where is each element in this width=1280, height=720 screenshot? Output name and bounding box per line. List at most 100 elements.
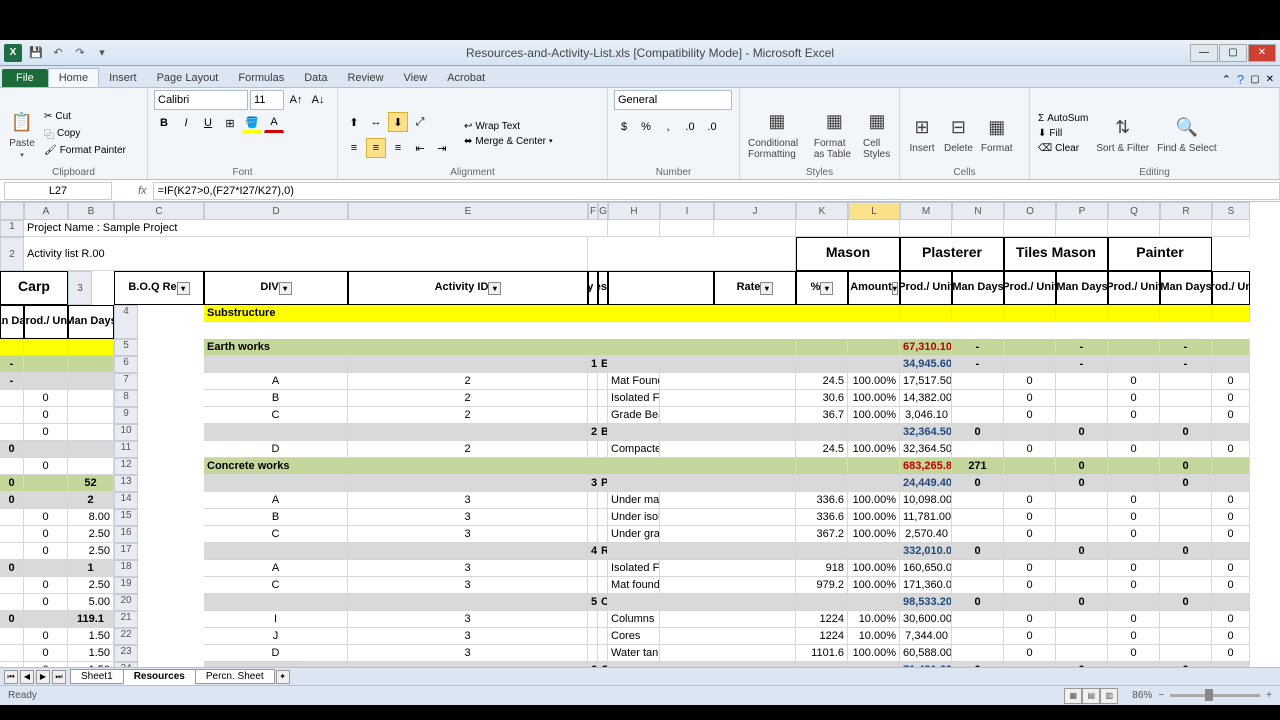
align-left-icon[interactable]: ≡ [344,138,364,158]
tab-page-layout[interactable]: Page Layout [147,69,229,87]
paste-button[interactable]: 📋Paste▾ [6,106,38,161]
page-break-view-icon[interactable]: ▥ [1100,688,1118,704]
col-header[interactable]: A [24,202,68,220]
sheet-tab-percn[interactable]: Percn. Sheet [195,669,275,684]
indent-dec-icon[interactable]: ⇤ [410,138,430,158]
align-right-icon[interactable]: ≡ [388,138,408,158]
fx-icon[interactable]: fx [138,185,147,197]
sort-filter-button[interactable]: ⇅Sort & Filter [1094,111,1151,156]
col-header[interactable]: F [588,202,598,220]
col-header[interactable]: R [1160,202,1212,220]
format-button[interactable]: ▦Format [979,111,1015,156]
filter-icon[interactable]: ▾ [279,282,292,295]
col-header[interactable]: C [114,202,204,220]
window-close-icon[interactable]: ✕ [1266,74,1274,85]
file-tab[interactable]: File [2,69,48,87]
clear-button[interactable]: ⌫Clear [1036,142,1090,155]
col-header[interactable]: P [1056,202,1108,220]
delete-button[interactable]: ⊟Delete [942,111,975,156]
redo-icon[interactable]: ↷ [72,45,88,61]
merge-center-button[interactable]: ⬌Merge & Center▾ [462,135,555,148]
sheet-tab-resources[interactable]: Resources [123,669,196,685]
comma-icon[interactable]: , [658,117,678,137]
italic-button[interactable]: I [176,113,196,133]
maximize-button[interactable]: ▢ [1219,44,1247,62]
page-layout-view-icon[interactable]: ▤ [1082,688,1100,704]
fill-button[interactable]: ⬇Fill [1036,127,1090,140]
filter-icon[interactable]: ▾ [820,282,833,295]
tab-home[interactable]: Home [48,68,99,87]
col-header[interactable]: Q [1108,202,1160,220]
tab-review[interactable]: Review [337,69,393,87]
col-header[interactable]: M [900,202,952,220]
wrap-text-button[interactable]: ↩Wrap Text [462,120,555,133]
zoom-slider[interactable] [1170,694,1260,697]
find-select-button[interactable]: 🔍Find & Select [1155,111,1218,156]
worksheet[interactable]: ABCDEFGHIJKLMNOPQRS1Project Name : Sampl… [0,202,1280,667]
autosum-button[interactable]: ΣAutoSum [1036,112,1090,125]
tab-formulas[interactable]: Formulas [228,69,294,87]
tab-acrobat[interactable]: Acrobat [437,69,495,87]
conditional-formatting-button[interactable]: ▦Conditional Formatting [746,106,808,162]
name-box[interactable] [4,182,112,200]
inc-decimal-icon[interactable]: .0 [680,117,700,137]
minimize-button[interactable]: — [1190,44,1218,62]
help-icon[interactable]: ? [1237,72,1244,87]
next-sheet-icon[interactable]: ▶ [36,670,50,684]
normal-view-icon[interactable]: ▦ [1064,688,1082,704]
col-header[interactable]: H [608,202,660,220]
undo-icon[interactable]: ↶ [50,45,66,61]
col-header[interactable]: N [952,202,1004,220]
format-painter-button[interactable]: 🖌Format Painter [42,144,128,157]
col-header[interactable]: G [598,202,608,220]
shrink-font-icon[interactable]: A↓ [308,90,328,110]
col-header[interactable]: E [348,202,588,220]
col-header[interactable]: O [1004,202,1056,220]
dec-decimal-icon[interactable]: .0 [702,117,722,137]
filter-icon[interactable]: ▾ [760,282,773,295]
save-icon[interactable]: 💾 [28,45,44,61]
font-size-select[interactable] [250,90,284,110]
align-middle-icon[interactable]: ↔ [366,112,386,132]
new-sheet-icon[interactable]: ✦ [276,670,290,684]
sheet-tab-sheet1[interactable]: Sheet1 [70,669,124,684]
percent-icon[interactable]: % [636,117,656,137]
font-color-button[interactable]: A [264,113,284,133]
zoom-level[interactable]: 86% [1132,690,1152,701]
number-format-select[interactable] [614,90,732,110]
col-header[interactable]: K [796,202,848,220]
currency-icon[interactable]: $ [614,117,634,137]
align-center-icon[interactable]: ≡ [366,138,386,158]
underline-button[interactable]: U [198,113,218,133]
prev-sheet-icon[interactable]: ◀ [20,670,34,684]
col-header[interactable]: I [660,202,714,220]
zoom-out-icon[interactable]: − [1158,690,1164,701]
cut-button[interactable]: ✂Cut [42,110,128,123]
bold-button[interactable]: B [154,113,174,133]
fill-color-button[interactable]: 🪣 [242,113,262,133]
align-bottom-icon[interactable]: ⬇ [388,112,408,132]
tab-insert[interactable]: Insert [99,69,147,87]
grow-font-icon[interactable]: A↑ [286,90,306,110]
indent-inc-icon[interactable]: ⇥ [432,138,452,158]
close-button[interactable]: ✕ [1248,44,1276,62]
filter-icon[interactable]: ▾ [488,282,501,295]
orientation-icon[interactable]: ⤢ [410,112,430,132]
window-restore-icon[interactable]: ▢ [1250,74,1259,85]
first-sheet-icon[interactable]: ⏮ [4,670,18,684]
col-header[interactable]: B [68,202,114,220]
cell-styles-button[interactable]: ▦Cell Styles [861,106,893,162]
copy-button[interactable]: ⿻Copy [42,125,128,142]
col-header[interactable]: J [714,202,796,220]
tab-view[interactable]: View [394,69,438,87]
col-header[interactable]: L [848,202,900,220]
col-header[interactable]: D [204,202,348,220]
filter-icon[interactable]: ▾ [177,282,190,295]
format-as-table-button[interactable]: ▦Format as Table [812,106,857,162]
tab-data[interactable]: Data [294,69,337,87]
col-header[interactable]: S [1212,202,1250,220]
border-button[interactable]: ⊞ [220,113,240,133]
filter-icon[interactable]: ▾ [892,282,898,295]
insert-button[interactable]: ⊞Insert [906,111,938,156]
qat-more-icon[interactable]: ▾ [94,45,110,61]
